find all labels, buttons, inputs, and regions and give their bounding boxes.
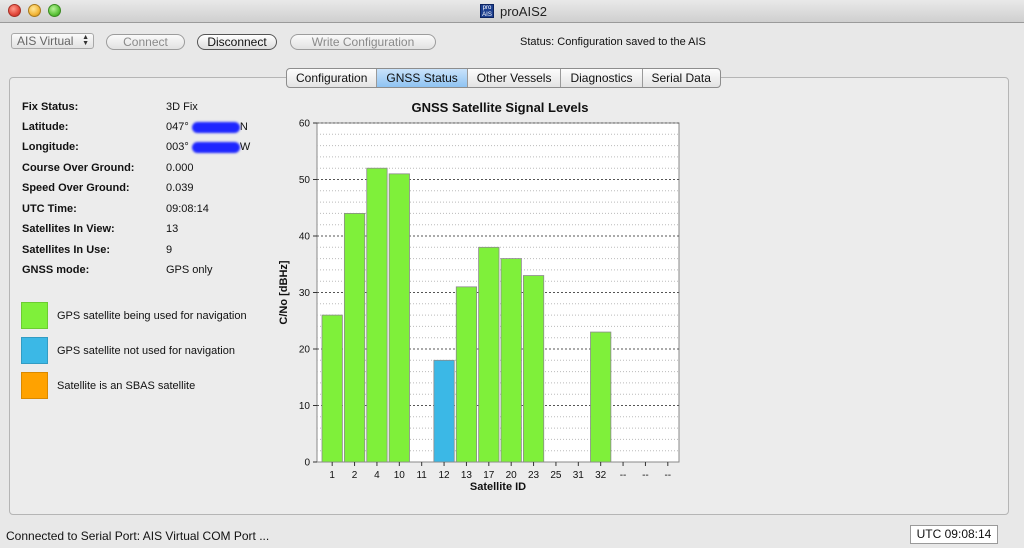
course-over-ground-label: Course Over Ground: xyxy=(22,162,135,174)
utc-time-label: UTC Time: xyxy=(22,203,77,215)
fix-status-label: Fix Status: xyxy=(22,101,79,113)
x-tick-label: 4 xyxy=(374,470,380,481)
satellites-in-use-label: Satellites In Use: xyxy=(22,244,111,256)
status-message: Status: Configuration saved to the AIS xyxy=(520,36,706,48)
bar xyxy=(366,167,388,463)
tab-bar: Configuration GNSS Status Other Vessels … xyxy=(286,68,721,88)
connection-status: Connected to Serial Port: AIS Virtual CO… xyxy=(6,529,270,543)
latitude-value: 047° N xyxy=(166,121,248,133)
bar xyxy=(522,275,545,463)
tab-diagnostics[interactable]: Diagnostics xyxy=(561,69,643,87)
bar xyxy=(478,246,500,463)
gnss-mode-value: GPS only xyxy=(166,264,213,276)
window-title: proAIS2 xyxy=(500,3,547,19)
x-tick-label: 32 xyxy=(595,470,607,481)
zoom-window-button[interactable] xyxy=(48,4,61,17)
legend-label-sbas: Satellite is an SBAS satellite xyxy=(57,380,196,392)
satellites-in-use-value: 9 xyxy=(166,244,173,256)
bar xyxy=(590,331,612,463)
utc-clock: UTC 09:08:14 xyxy=(910,525,998,544)
x-tick-label: 13 xyxy=(461,470,473,481)
legend-label-not-used: GPS satellite not used for navigation xyxy=(57,345,235,357)
tab-other-vessels[interactable]: Other Vessels xyxy=(468,69,562,87)
speed-over-ground-value: 0.039 xyxy=(166,182,194,194)
longitude-label: Longitude: xyxy=(22,141,79,153)
x-tick-label: 31 xyxy=(573,470,585,481)
latitude-label: Latitude: xyxy=(22,121,69,133)
x-tick-label: -- xyxy=(664,470,671,481)
satellites-in-view-value: 13 xyxy=(166,223,179,235)
x-tick-label: -- xyxy=(620,470,627,481)
redaction-blur xyxy=(191,121,240,133)
legend-label-used: GPS satellite being used for navigation xyxy=(57,310,247,322)
disconnect-button[interactable]: Disconnect xyxy=(197,34,277,50)
minimize-window-button[interactable] xyxy=(28,4,41,17)
x-tick-label: 2 xyxy=(352,470,358,481)
longitude-degrees: 003° xyxy=(166,141,189,153)
port-select[interactable]: AIS Virtual ▲ ▼ xyxy=(11,33,94,49)
y-tick-label: 60 xyxy=(299,119,311,130)
title-bar: pro AIS proAIS2 xyxy=(0,0,1024,23)
y-tick-label: 20 xyxy=(299,345,311,356)
window-title-group: pro AIS proAIS2 xyxy=(480,3,547,19)
y-tick-label: 10 xyxy=(299,401,311,412)
redaction-blur xyxy=(191,141,240,153)
x-axis-label: Satellite ID xyxy=(470,481,526,493)
x-tick-label: 10 xyxy=(394,470,406,481)
bar xyxy=(388,173,410,463)
close-window-button[interactable] xyxy=(8,4,21,17)
x-tick-label: 17 xyxy=(483,470,495,481)
bar xyxy=(343,213,366,463)
x-tick-label: 23 xyxy=(528,470,540,481)
gnss-mode-label: GNSS mode: xyxy=(22,264,90,276)
y-tick-label: 0 xyxy=(304,458,310,469)
bar xyxy=(321,314,343,463)
bar xyxy=(433,359,455,463)
x-tick-label: -- xyxy=(642,470,649,481)
tab-gnss-status[interactable]: GNSS Status xyxy=(377,69,468,87)
x-tick-label: 12 xyxy=(439,470,451,481)
y-axis-label: C/No [dBHz] xyxy=(278,260,290,324)
satellites-in-view-label: Satellites In View: xyxy=(22,223,115,235)
legend-swatch-not-used xyxy=(21,337,48,364)
legend-swatch-sbas xyxy=(21,372,48,399)
longitude-hemisphere: W xyxy=(239,141,251,153)
x-tick-label: 20 xyxy=(506,470,518,481)
latitude-degrees: 047° xyxy=(166,121,189,133)
x-tick-label: 25 xyxy=(550,470,562,481)
utc-time-value: 09:08:14 xyxy=(166,203,209,215)
longitude-value: 003° W xyxy=(166,141,250,153)
y-tick-label: 40 xyxy=(299,232,311,243)
app-logo-icon: pro AIS xyxy=(480,4,494,18)
updown-arrows-icon: ▲ ▼ xyxy=(82,34,89,47)
y-tick-label: 30 xyxy=(299,288,311,299)
bar xyxy=(500,258,522,463)
signal-levels-chart: 01020304050601 2 4 10 11 12 13 17 20 23 25 31 32 -- --… xyxy=(278,119,680,493)
x-tick-label: 11 xyxy=(416,470,427,481)
x-tick-label: 1 xyxy=(329,470,335,481)
latitude-hemisphere: N xyxy=(239,121,248,133)
y-tick-label: 50 xyxy=(299,175,311,186)
connect-button[interactable]: Connect xyxy=(106,34,185,50)
speed-over-ground-label: Speed Over Ground: xyxy=(22,182,130,194)
fix-status-value: 3D Fix xyxy=(166,101,198,113)
tab-configuration[interactable]: Configuration xyxy=(287,69,378,87)
bar xyxy=(455,286,478,463)
course-over-ground-value: 0.000 xyxy=(166,162,194,174)
tab-serial-data[interactable]: Serial Data xyxy=(643,69,720,87)
port-select-value: AIS Virtual xyxy=(17,34,74,48)
legend-swatch-used xyxy=(21,302,48,329)
write-configuration-button[interactable]: Write Configuration xyxy=(290,34,436,50)
